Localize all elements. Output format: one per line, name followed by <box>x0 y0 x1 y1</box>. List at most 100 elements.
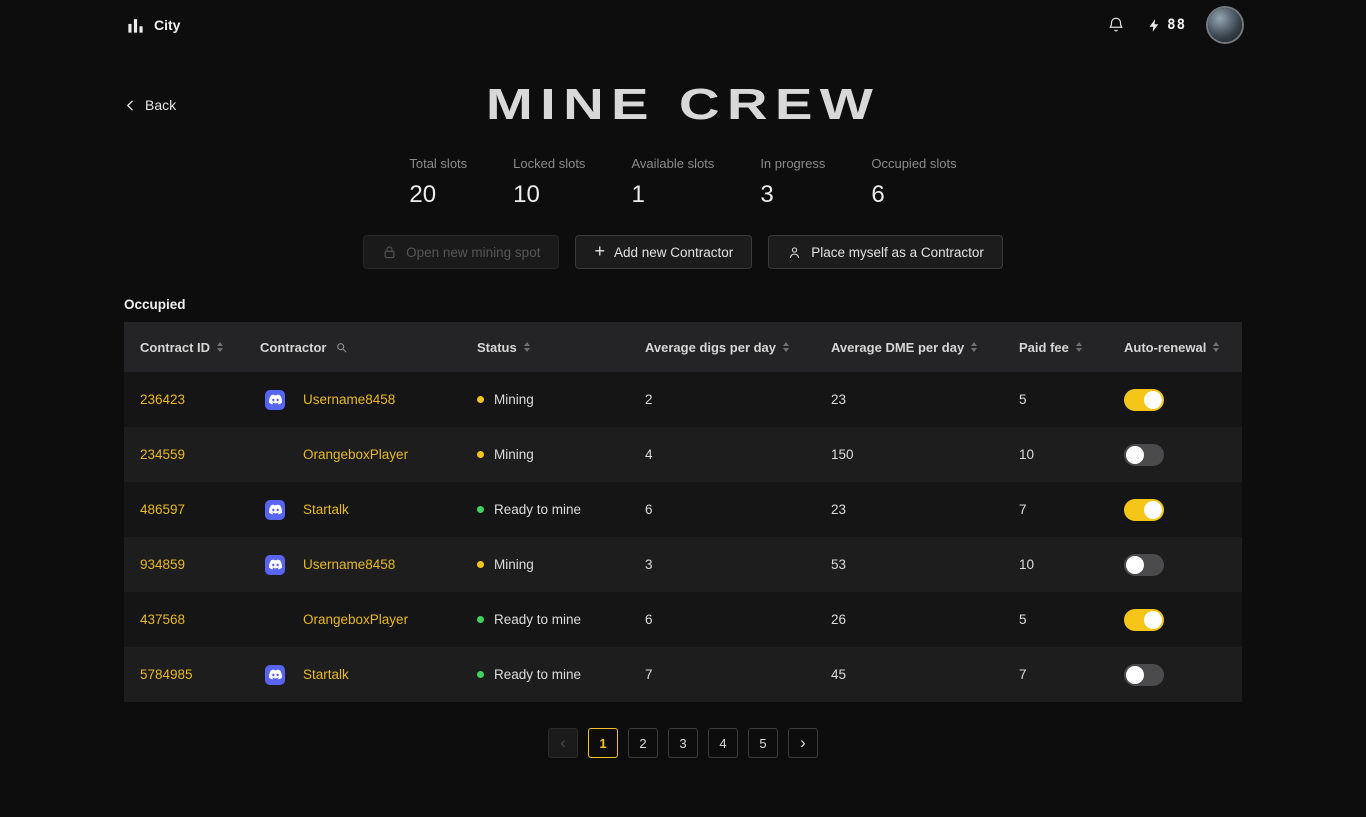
back-button[interactable]: Back <box>124 97 176 113</box>
contract-id[interactable]: 234559 <box>140 447 185 462</box>
sort-icon[interactable] <box>524 342 530 352</box>
actions-row: Open new mining spot + Add new Contracto… <box>0 235 1366 269</box>
search-icon[interactable] <box>335 341 348 354</box>
dme-cell: 45 <box>815 667 1003 682</box>
energy-indicator[interactable]: 88 <box>1147 17 1186 33</box>
auto-renewal-toggle[interactable] <box>1124 499 1164 521</box>
fee-cell: 10 <box>1003 557 1108 572</box>
brand[interactable]: City <box>126 16 180 35</box>
fee-cell: 7 <box>1003 667 1108 682</box>
add-contractor-button[interactable]: + Add new Contractor <box>575 235 752 269</box>
stat-in-progress: In progress 3 <box>760 156 825 209</box>
fee-value: 7 <box>1019 502 1027 517</box>
contractor-name[interactable]: Startalk <box>303 502 349 517</box>
contract-id-cell: 486597 <box>124 502 244 517</box>
status-label: Mining <box>494 392 534 407</box>
page-button-5[interactable]: 5 <box>748 728 778 758</box>
auto-renewal-cell <box>1108 499 1242 521</box>
place-myself-button[interactable]: Place myself as a Contractor <box>768 235 1003 269</box>
status-cell: Ready to mine <box>461 667 629 682</box>
digs-cell: 3 <box>629 557 815 572</box>
dme-value: 23 <box>831 392 846 407</box>
auto-renewal-toggle[interactable] <box>1124 554 1164 576</box>
contract-id[interactable]: 5784985 <box>140 667 193 682</box>
plus-icon: + <box>594 242 605 260</box>
dme-cell: 150 <box>815 447 1003 462</box>
discord-icon <box>265 390 285 410</box>
table-row[interactable]: 437568 OrangeboxPlayer Ready to mine 6 2… <box>124 592 1242 647</box>
column-header-contract-id[interactable]: Contract ID <box>124 340 244 355</box>
column-header-paid-fee[interactable]: Paid fee <box>1003 340 1108 355</box>
open-mining-spot-label: Open new mining spot <box>406 245 540 260</box>
table-header: Contract ID Contractor Status Average di… <box>124 322 1242 372</box>
contractor-name[interactable]: OrangeboxPlayer <box>303 612 408 627</box>
status-dot <box>477 506 484 513</box>
contract-id[interactable]: 437568 <box>140 612 185 627</box>
table-row[interactable]: 234559 OrangeboxPlayer Mining 4 150 10 <box>124 427 1242 482</box>
column-header-contractor[interactable]: Contractor <box>244 340 461 355</box>
stat-label: Occupied slots <box>871 156 956 171</box>
contract-id[interactable]: 486597 <box>140 502 185 517</box>
avatar[interactable] <box>1208 8 1242 42</box>
status-dot <box>477 396 484 403</box>
energy-value: 88 <box>1167 17 1186 33</box>
auto-renewal-cell <box>1108 554 1242 576</box>
digs-cell: 6 <box>629 612 815 627</box>
auto-renewal-toggle[interactable] <box>1124 444 1164 466</box>
table-row[interactable]: 934859 Username8458 Mining 3 53 10 <box>124 537 1242 592</box>
column-label: Auto-renewal <box>1124 340 1206 355</box>
fee-cell: 7 <box>1003 502 1108 517</box>
contractor-name[interactable]: Username8458 <box>303 557 395 572</box>
sort-icon[interactable] <box>783 342 789 352</box>
dme-value: 26 <box>831 612 846 627</box>
lightning-bolt-icon <box>1147 18 1162 33</box>
sort-icon[interactable] <box>971 342 977 352</box>
section-label: Occupied <box>124 297 1366 312</box>
column-label: Status <box>477 340 517 355</box>
page-button-2[interactable]: 2 <box>628 728 658 758</box>
column-header-status[interactable]: Status <box>461 340 629 355</box>
contractor-name[interactable]: OrangeboxPlayer <box>303 447 408 462</box>
column-header-avg-digs[interactable]: Average digs per day <box>629 340 815 355</box>
status-cell: Mining <box>461 392 629 407</box>
table-body: 236423 Username8458 Mining 2 23 5 234559… <box>124 372 1242 702</box>
notifications-button[interactable] <box>1107 16 1125 34</box>
table-row[interactable]: 486597 Startalk Ready to mine 6 23 7 <box>124 482 1242 537</box>
pagination: ‹ 1 2 3 4 5 › <box>0 728 1366 758</box>
contract-id[interactable]: 236423 <box>140 392 185 407</box>
page-button-4[interactable]: 4 <box>708 728 738 758</box>
dme-value: 23 <box>831 502 846 517</box>
sort-icon[interactable] <box>1076 342 1082 352</box>
digs-value: 7 <box>645 667 653 682</box>
sort-icon[interactable] <box>217 342 223 352</box>
status-dot <box>477 451 484 458</box>
contractor-name[interactable]: Username8458 <box>303 392 395 407</box>
page-button-1[interactable]: 1 <box>588 728 618 758</box>
column-label: Average DME per day <box>831 340 964 355</box>
contract-id[interactable]: 934859 <box>140 557 185 572</box>
stats-row: Total slots 20 Locked slots 10 Available… <box>0 156 1366 209</box>
stat-value: 20 <box>409 181 467 209</box>
auto-renewal-toggle[interactable] <box>1124 609 1164 631</box>
digs-cell: 2 <box>629 392 815 407</box>
table-row[interactable]: 236423 Username8458 Mining 2 23 5 <box>124 372 1242 427</box>
stat-label: In progress <box>760 156 825 171</box>
chevron-right-icon: › <box>800 734 806 751</box>
stat-occupied-slots: Occupied slots 6 <box>871 156 956 209</box>
fee-value: 5 <box>1019 392 1027 407</box>
column-label: Average digs per day <box>645 340 776 355</box>
column-header-avg-dme[interactable]: Average DME per day <box>815 340 1003 355</box>
sort-icon[interactable] <box>1213 342 1219 352</box>
table-row[interactable]: 5784985 Startalk Ready to mine 7 45 7 <box>124 647 1242 702</box>
title-row: Back MINE CREW <box>0 78 1366 132</box>
auto-renewal-toggle[interactable] <box>1124 664 1164 686</box>
column-header-auto-renewal[interactable]: Auto-renewal <box>1108 340 1242 355</box>
top-bar: City 88 <box>0 0 1366 50</box>
auto-renewal-cell <box>1108 609 1242 631</box>
auto-renewal-toggle[interactable] <box>1124 389 1164 411</box>
page-button-3[interactable]: 3 <box>668 728 698 758</box>
status-cell: Ready to mine <box>461 612 629 627</box>
column-label: Contractor <box>260 340 326 355</box>
contractor-name[interactable]: Startalk <box>303 667 349 682</box>
next-page-button[interactable]: › <box>788 728 818 758</box>
